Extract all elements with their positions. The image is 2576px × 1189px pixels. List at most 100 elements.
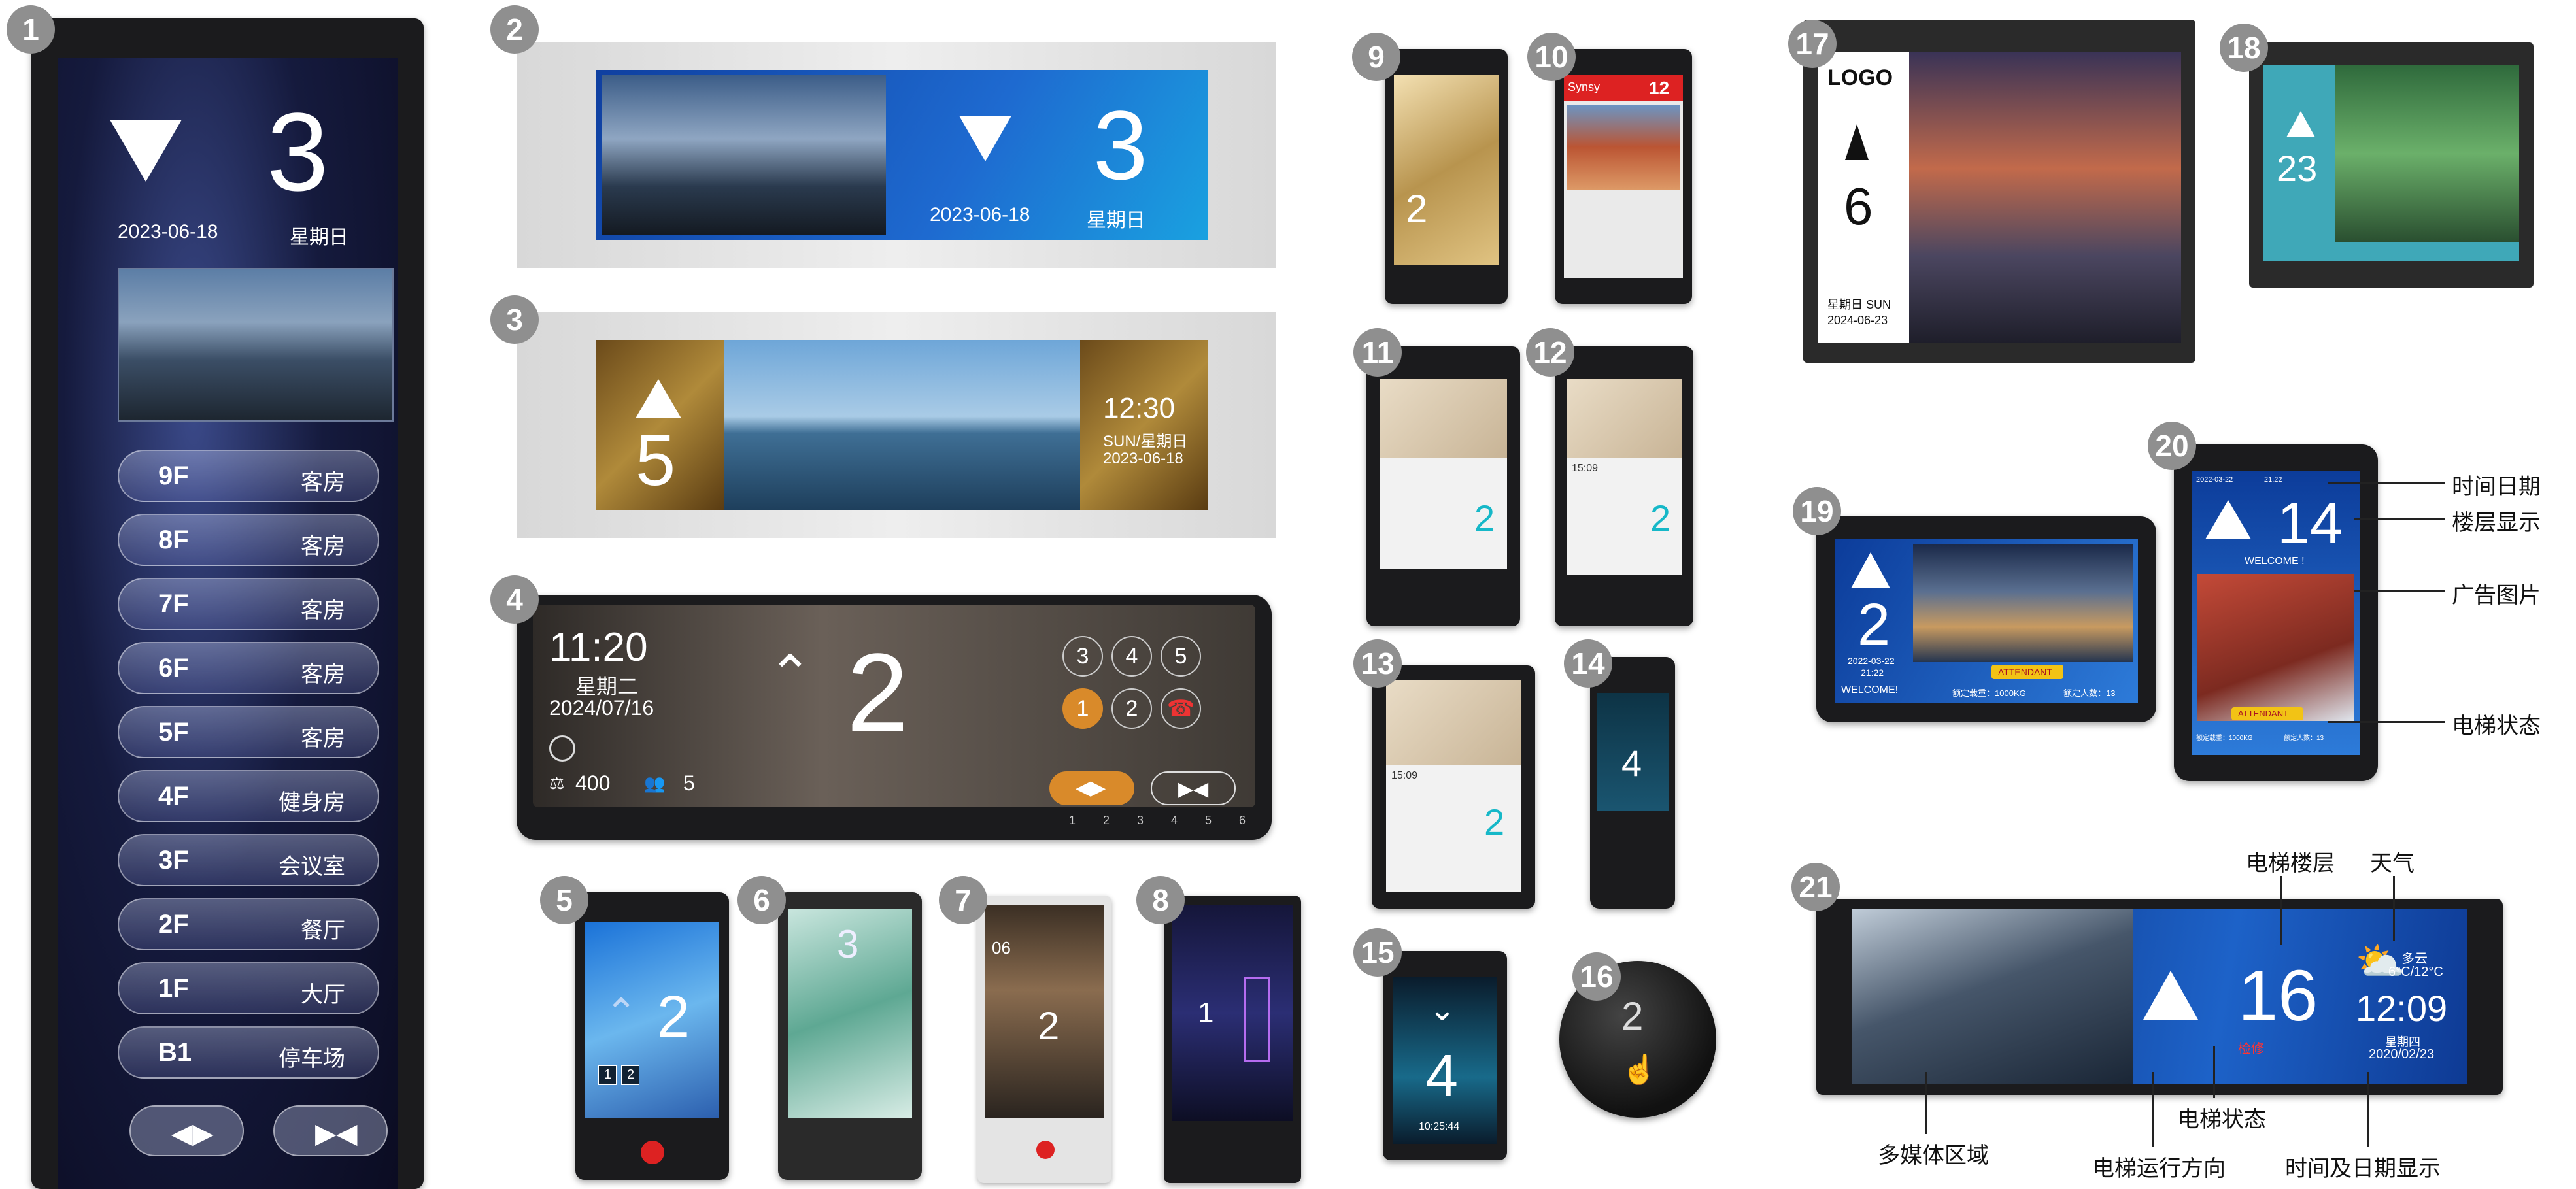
- floor-number: 2: [1621, 994, 1644, 1038]
- device-13-screen: 15:09 2: [1386, 680, 1521, 892]
- device-7: 06 2: [977, 896, 1111, 1183]
- device-7-screen: 06 2: [985, 905, 1104, 1118]
- time-text: 21:22: [2264, 476, 2282, 484]
- floor-button-8f[interactable]: 8F 客房: [118, 514, 379, 566]
- device-11-screen: 2: [1380, 379, 1507, 569]
- floor-label: 2F: [158, 910, 189, 939]
- floor-key-1[interactable]: 1: [1062, 688, 1103, 729]
- up-arrow-icon: [1845, 124, 1869, 160]
- device-17-frame: LOGO 6 星期日 SUN 2024-06-23: [1803, 20, 2195, 363]
- device-10-screen: Synsy 12: [1564, 75, 1683, 278]
- alarm-button[interactable]: [641, 1141, 664, 1164]
- down-chevron-icon: ⌄: [1429, 991, 1456, 1028]
- day-text: SUN/星期日: [1103, 433, 1188, 450]
- floor-button-9f[interactable]: 9F 客房: [118, 450, 379, 502]
- callout-line-weather: [2393, 876, 2395, 941]
- key-2[interactable]: 2: [621, 1065, 639, 1085]
- floor-button-b1[interactable]: B1 停车场: [118, 1026, 379, 1079]
- time-text: 11:20: [549, 625, 648, 670]
- floor-number: 4: [1621, 743, 1642, 784]
- floor-number: 4: [1425, 1043, 1459, 1109]
- logo-text: LOGO: [1827, 65, 1893, 90]
- floor-button-3f[interactable]: 3F 会议室: [118, 834, 379, 886]
- coastal-image: [1909, 52, 2181, 343]
- date-text: 2023-06-18: [118, 221, 218, 243]
- city-night-image: [1913, 544, 2133, 662]
- device-14-screen: 4: [1597, 693, 1669, 811]
- weekday-text: 星期日: [290, 227, 348, 248]
- floor-key-2[interactable]: 2: [1111, 688, 1152, 729]
- device-3-frame: 5 12:30 SUN/星期日 2023-06-18: [517, 312, 1276, 538]
- date-text: 2023-06-18: [930, 204, 1030, 226]
- callout-ad-image: 广告图片: [2452, 583, 2541, 608]
- floor-number: 2: [1474, 497, 1495, 539]
- floor-name: 客房: [301, 470, 345, 495]
- floor-name: 客房: [301, 662, 345, 687]
- floor-label: 4F: [158, 782, 189, 811]
- welcome-text: WELCOME!: [1841, 684, 1899, 695]
- door-open-button[interactable]: ◀▶: [1049, 771, 1134, 805]
- floor-key-3[interactable]: 3: [1062, 636, 1103, 677]
- device-4-screen: 11:20 星期二 2024/07/16 ⌃ 2 ⚖ 400 👥 5 ◀▶ ▶◀…: [533, 605, 1255, 807]
- brand-text: Synsy: [1568, 80, 1601, 93]
- persons-text: 额定人数：13: [2284, 735, 2324, 742]
- weekday-text: 星期日: [1087, 210, 1145, 231]
- weather-text: 多云: [2401, 952, 2428, 966]
- time-text: 10:25:44: [1419, 1121, 1460, 1132]
- floor-number: 3: [267, 90, 329, 214]
- badge-2: 2: [490, 5, 539, 54]
- bottom-number: 1: [1069, 814, 1076, 827]
- callout-floor: 楼层显示: [2452, 511, 2541, 535]
- floor-button-1f[interactable]: 1F 大厅: [118, 962, 379, 1014]
- callout-datetime21: 时间及日期显示: [2285, 1156, 2441, 1181]
- door-close-button[interactable]: ▶◀: [1151, 771, 1236, 805]
- callout-status: 电梯状态: [2452, 714, 2541, 739]
- badge-5: 5: [540, 876, 588, 924]
- status-badge: ATTENDANT: [2231, 707, 2303, 720]
- floor-key-4[interactable]: 4: [1111, 636, 1152, 677]
- callout-state: 电梯状态: [2177, 1107, 2266, 1132]
- door-open-button[interactable]: ◀▶: [129, 1105, 244, 1156]
- alarm-button[interactable]: [1036, 1141, 1055, 1159]
- key-1[interactable]: 1: [598, 1065, 617, 1085]
- floor-button-6f[interactable]: 6F 客房: [118, 642, 379, 694]
- bottom-number: 5: [1205, 814, 1212, 827]
- up-arrow-icon: [2286, 111, 2315, 137]
- callout-elevator-floor: 电梯楼层: [2246, 851, 2335, 876]
- floor-key-5[interactable]: 5: [1161, 636, 1201, 677]
- badge-19: 19: [1793, 487, 1841, 535]
- date-text: 2023-06-18: [1103, 450, 1183, 467]
- settings-icon[interactable]: [549, 735, 575, 762]
- device-15: ⌄ 4 10:25:44: [1383, 951, 1507, 1160]
- callout-line-status: [2328, 721, 2445, 723]
- device-12-screen: 15:09 2: [1567, 379, 1682, 575]
- floor-label: 9F: [158, 461, 189, 490]
- device-19-screen: 2 2022-03-22 21:22 WELCOME! ATTENDANT 额定…: [1835, 539, 2138, 703]
- floor-button-4f[interactable]: 4F 健身房: [118, 770, 379, 822]
- device-19: 2 2022-03-22 21:22 WELCOME! ATTENDANT 额定…: [1816, 516, 2156, 722]
- floor-button-7f[interactable]: 7F 客房: [118, 578, 379, 630]
- device-9-screen: 2: [1394, 75, 1499, 265]
- bottom-number: 3: [1137, 814, 1144, 827]
- floor-button-5f[interactable]: 5F 客房: [118, 706, 379, 758]
- device-6: 3: [778, 892, 922, 1180]
- call-icon[interactable]: ☎: [1161, 688, 1201, 729]
- door-close-button[interactable]: ▶◀: [273, 1105, 388, 1156]
- floor-button-2f[interactable]: 2F 餐厅: [118, 898, 379, 950]
- badge-17: 17: [1788, 20, 1837, 68]
- device-20-screen: 2022-03-22 21:22 14 WELCOME ! ATTENDANT …: [2192, 471, 2360, 755]
- device-12: 15:09 2: [1555, 346, 1693, 626]
- callout-multimedia: 多媒体区域: [1878, 1143, 1989, 1168]
- floor-number: 2: [1650, 497, 1671, 539]
- time-text: 15:09: [1391, 770, 1418, 781]
- badge-1: 1: [7, 5, 55, 54]
- floor-number: 14: [2277, 491, 2343, 556]
- device-8: 1: [1164, 896, 1301, 1183]
- date-text: 2022-03-22: [2196, 476, 2233, 484]
- down-arrow-icon: [959, 116, 1011, 161]
- persons-text: 5: [683, 771, 695, 795]
- elevator-graphic: [1244, 977, 1270, 1062]
- device-21: 16 检修 ⛅ 多云 6°C/12°C 12:09 星期四 2020/02/23: [1816, 899, 2503, 1095]
- waterfall-image: [2335, 65, 2519, 242]
- callout-datetime: 时间日期: [2452, 475, 2541, 499]
